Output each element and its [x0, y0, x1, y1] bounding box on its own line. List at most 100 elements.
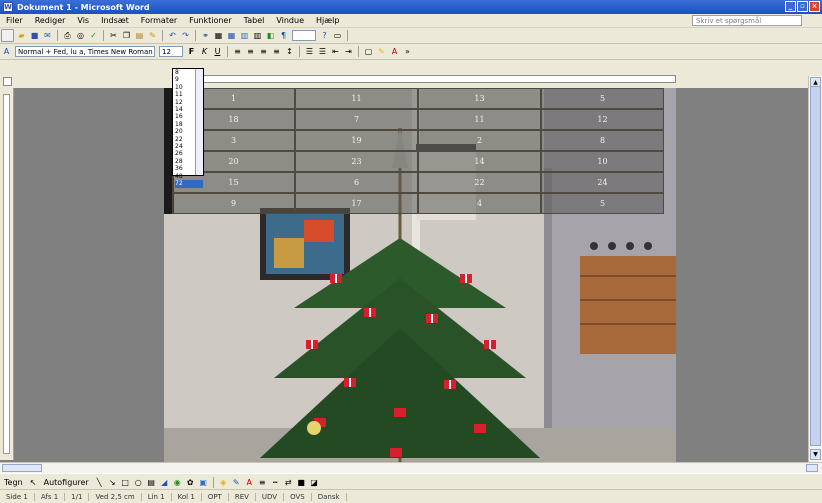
font-size-option[interactable]: 72: [175, 180, 203, 188]
print-preview-icon[interactable]: ◎: [75, 30, 86, 41]
calendar-cell[interactable]: 11: [418, 109, 541, 130]
restore-button[interactable]: ▫: [797, 1, 808, 12]
font-color-draw-icon[interactable]: A: [244, 477, 255, 488]
bullets-icon[interactable]: ☰: [317, 46, 328, 57]
calendar-cell[interactable]: 14: [418, 151, 541, 172]
format-painter-icon[interactable]: ✎: [147, 30, 158, 41]
cut-icon[interactable]: ✂: [108, 30, 119, 41]
numbering-icon[interactable]: ☰: [304, 46, 315, 57]
styles-icon[interactable]: A: [1, 46, 12, 57]
wordart-icon[interactable]: ◢: [159, 477, 170, 488]
align-left-icon[interactable]: ≡: [232, 46, 243, 57]
copy-icon[interactable]: ❐: [121, 30, 132, 41]
menu-insert[interactable]: Indsæt: [95, 16, 135, 25]
increase-indent-icon[interactable]: ⇥: [343, 46, 354, 57]
menu-table[interactable]: Tabel: [238, 16, 271, 25]
clipart-icon[interactable]: ✿: [185, 477, 196, 488]
view-buttons[interactable]: [2, 464, 42, 472]
calendar-cell[interactable]: 5: [541, 88, 664, 109]
word-app-icon[interactable]: W: [3, 2, 13, 12]
align-center-icon[interactable]: ≡: [245, 46, 256, 57]
dash-style-icon[interactable]: ┅: [270, 477, 281, 488]
menu-format[interactable]: Formater: [135, 16, 183, 25]
calendar-table[interactable]: 1 11 13 5 18 7 11 12 3 19 2 8 20 23 14 10 15 6 22 24 9 17 4 5: [172, 88, 664, 214]
textbox-icon[interactable]: ▤: [146, 477, 157, 488]
help-search-input[interactable]: Skriv et spørgsmål: [692, 15, 802, 26]
hyperlink-icon[interactable]: ⚭: [200, 30, 211, 41]
menu-window[interactable]: Vindue: [270, 16, 310, 25]
line-style-icon[interactable]: ≡: [257, 477, 268, 488]
calendar-cell[interactable]: 7: [295, 109, 418, 130]
insert-excel-icon[interactable]: ▥: [239, 30, 250, 41]
highlight-icon[interactable]: ✎: [376, 46, 387, 57]
rectangle-tool-icon[interactable]: □: [120, 477, 131, 488]
decrease-indent-icon[interactable]: ⇤: [330, 46, 341, 57]
menu-tools[interactable]: Funktioner: [183, 16, 237, 25]
toolbar-options-icon[interactable]: »: [402, 46, 413, 57]
oval-tool-icon[interactable]: ○: [133, 477, 144, 488]
diagram-icon[interactable]: ◉: [172, 477, 183, 488]
dropdown-scrollbar[interactable]: [195, 69, 203, 175]
save-icon[interactable]: ■: [29, 30, 40, 41]
show-hide-icon[interactable]: ¶: [278, 30, 289, 41]
spelling-icon[interactable]: ✓: [88, 30, 99, 41]
underline-icon[interactable]: U: [212, 46, 223, 57]
vertical-ruler[interactable]: [0, 88, 14, 460]
calendar-cell[interactable]: 10: [541, 151, 664, 172]
arrow-tool-icon[interactable]: ↘: [107, 477, 118, 488]
align-right-icon[interactable]: ≡: [258, 46, 269, 57]
calendar-cell[interactable]: 13: [418, 88, 541, 109]
justify-icon[interactable]: ≡: [271, 46, 282, 57]
calendar-cell[interactable]: 23: [295, 151, 418, 172]
calendar-cell[interactable]: 11: [295, 88, 418, 109]
menu-view[interactable]: Vis: [71, 16, 95, 25]
font-size-dropdown[interactable]: 8 9 10 11 12 14 16 18 20 22 24 26 28 36 48 72: [172, 68, 204, 188]
calendar-cell[interactable]: 17: [295, 193, 418, 214]
calendar-cell[interactable]: 12: [541, 109, 664, 130]
paste-icon[interactable]: ▤: [134, 30, 145, 41]
3d-icon[interactable]: ◪: [309, 477, 320, 488]
calendar-cell[interactable]: 9: [172, 193, 295, 214]
line-spacing-icon[interactable]: ↕: [284, 46, 295, 57]
draw-menu-button[interactable]: Tegn: [0, 478, 27, 487]
horizontal-ruler[interactable]: [172, 75, 676, 83]
tab-selector[interactable]: [3, 77, 12, 86]
calendar-cell[interactable]: 2: [418, 130, 541, 151]
menu-edit[interactable]: Rediger: [29, 16, 72, 25]
insert-table-icon[interactable]: ▦: [226, 30, 237, 41]
help-icon[interactable]: ?: [319, 30, 330, 41]
calendar-cell[interactable]: 8: [541, 130, 664, 151]
tables-borders-icon[interactable]: ▦: [213, 30, 224, 41]
font-size-combo[interactable]: 12: [159, 46, 183, 57]
menu-help[interactable]: Hjælp: [310, 16, 345, 25]
calendar-cell[interactable]: 19: [295, 130, 418, 151]
columns-icon[interactable]: ▥: [252, 30, 263, 41]
calendar-cell[interactable]: 6: [295, 172, 418, 193]
font-color-icon[interactable]: A: [389, 46, 400, 57]
scroll-right-icon[interactable]: [806, 464, 818, 472]
vertical-scrollbar[interactable]: ▲ ▼: [808, 76, 822, 462]
close-button[interactable]: ×: [809, 1, 820, 12]
read-icon[interactable]: ▭: [332, 30, 343, 41]
italic-icon[interactable]: K: [199, 46, 210, 57]
line-tool-icon[interactable]: ╲: [94, 477, 105, 488]
calendar-cell[interactable]: 4: [418, 193, 541, 214]
scroll-down-icon[interactable]: ▼: [810, 449, 821, 460]
select-objects-icon[interactable]: ↖: [28, 477, 39, 488]
horizontal-scrollbar[interactable]: [0, 462, 822, 473]
calendar-cell[interactable]: 22: [418, 172, 541, 193]
shadow-icon[interactable]: ■: [296, 477, 307, 488]
picture-icon[interactable]: ▣: [198, 477, 209, 488]
calendar-cell[interactable]: 5: [541, 193, 664, 214]
email-icon[interactable]: ✉: [42, 30, 53, 41]
style-combo[interactable]: Normal + Fed, lu a, Times New Roman: [15, 46, 155, 57]
print-icon[interactable]: ⎙: [62, 30, 73, 41]
redo-icon[interactable]: ↷: [180, 30, 191, 41]
fill-color-icon[interactable]: ◈: [218, 477, 229, 488]
scroll-thumb[interactable]: [810, 86, 821, 446]
zoom-combo[interactable]: [292, 30, 316, 41]
drawing-icon[interactable]: ◧: [265, 30, 276, 41]
minimize-button[interactable]: _: [785, 1, 796, 12]
undo-icon[interactable]: ↶: [167, 30, 178, 41]
arrow-style-icon[interactable]: ⇄: [283, 477, 294, 488]
